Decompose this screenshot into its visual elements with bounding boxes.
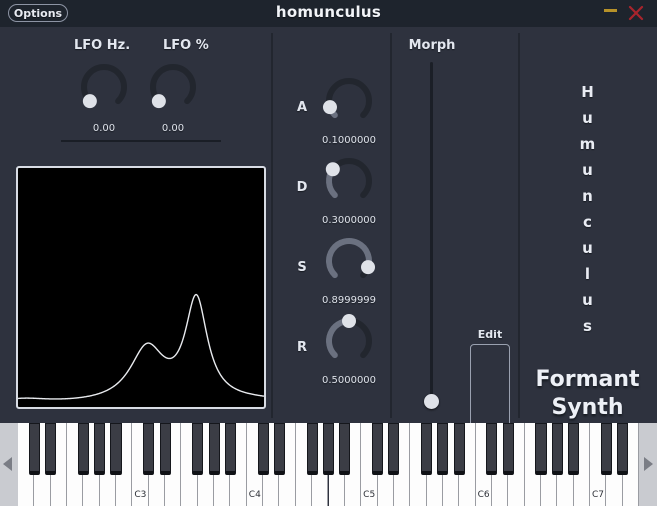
piano-black-key[interactable] — [110, 423, 122, 475]
close-icon[interactable] — [626, 2, 646, 22]
lfo-divider — [61, 140, 221, 142]
piano-black-key[interactable] — [208, 423, 220, 475]
brand-letter: u — [582, 161, 593, 179]
lfo-percent-value: 0.00 — [161, 123, 185, 134]
piano-black-key[interactable] — [551, 423, 563, 475]
piano-black-key[interactable] — [388, 423, 400, 475]
decay-label: D — [296, 180, 308, 195]
brand-letter: l — [584, 265, 591, 283]
piano-black-key[interactable] — [568, 423, 580, 475]
brand-letter: u — [582, 291, 593, 309]
piano-black-key[interactable] — [453, 423, 465, 475]
keyboard-keys: C3 C4 C5 C6 C7 — [0, 423, 657, 506]
attack-value: 0.1000000 — [321, 135, 377, 146]
piano-black-key[interactable] — [420, 423, 433, 475]
piano-black-key[interactable] — [339, 423, 351, 475]
piano-black-key[interactable] — [600, 423, 612, 475]
release-knob[interactable] — [322, 314, 376, 368]
edit-label: Edit — [477, 328, 503, 341]
octave-label: C3 — [134, 490, 147, 500]
title-bar: Options homunculus — [0, 0, 657, 28]
piano-black-key[interactable] — [322, 423, 335, 475]
piano-black-key[interactable] — [77, 423, 89, 475]
arrow-right-icon — [644, 457, 653, 471]
piano-black-key[interactable] — [257, 423, 269, 475]
brand-letter: s — [583, 317, 592, 335]
piano-keyboard[interactable]: C3 C4 C5 C6 C7 — [0, 423, 657, 506]
piano-black-key[interactable] — [45, 423, 57, 475]
lfo-hz-label: LFO Hz. — [74, 38, 131, 53]
brand-letter: u — [582, 109, 593, 127]
octave-label: C5 — [363, 490, 376, 500]
decay-knob[interactable] — [322, 154, 376, 208]
lfo-percent-knob[interactable] — [146, 60, 200, 114]
piano-black-key[interactable] — [159, 423, 171, 475]
brand-letter: u — [582, 239, 593, 257]
octave-label: C4 — [248, 490, 261, 500]
octave-label: C7 — [591, 490, 604, 500]
piano-black-key[interactable] — [306, 423, 318, 475]
piano-black-key[interactable] — [94, 423, 106, 475]
piano-black-key[interactable] — [437, 423, 449, 475]
piano-black-key[interactable] — [192, 423, 204, 475]
morph-slider-handle[interactable] — [424, 394, 439, 409]
sustain-value: 0.8999999 — [321, 295, 377, 306]
piano-black-key[interactable] — [486, 423, 498, 475]
octave-label: C6 — [477, 490, 490, 500]
sustain-knob[interactable] — [322, 234, 376, 288]
lfo-hz-knob[interactable] — [77, 60, 131, 114]
brand-line-2: Synth — [551, 395, 624, 420]
section-divider — [271, 33, 273, 418]
brand-letter: m — [579, 135, 596, 153]
piano-black-key[interactable] — [617, 423, 629, 475]
arrow-left-icon — [3, 457, 12, 471]
piano-black-key[interactable] — [535, 423, 547, 475]
spectrum-display[interactable] — [16, 166, 266, 409]
piano-black-key[interactable] — [502, 423, 514, 475]
lfo-hz-value: 0.00 — [92, 123, 116, 134]
brand-letter: H — [581, 83, 594, 101]
minimize-icon[interactable] — [604, 9, 617, 12]
plugin-window: Options homunculus LFO Hz. LFO % 0.00 0.… — [0, 0, 657, 506]
attack-label: A — [296, 100, 308, 115]
keyboard-scroll-right[interactable] — [639, 423, 657, 506]
brand-line-1: Formant — [535, 367, 640, 392]
brand-vertical-name: Humunculus — [518, 79, 657, 339]
morph-slider-track[interactable] — [430, 62, 433, 409]
lfo-percent-label: LFO % — [163, 38, 209, 53]
piano-black-key[interactable] — [273, 423, 286, 475]
piano-black-key[interactable] — [143, 423, 155, 475]
sustain-label: S — [297, 260, 307, 275]
piano-black-key[interactable] — [28, 423, 40, 475]
piano-black-key[interactable] — [224, 423, 236, 475]
decay-value: 0.3000000 — [321, 215, 377, 226]
release-value: 0.5000000 — [321, 375, 377, 386]
piano-black-key[interactable] — [371, 423, 384, 475]
brand-letter: n — [582, 187, 593, 205]
keyboard-scroll-left[interactable] — [0, 423, 18, 506]
main-panel: LFO Hz. LFO % 0.00 0.00 A D S R 0.100000… — [0, 27, 657, 436]
attack-knob[interactable] — [322, 74, 376, 128]
morph-label: Morph — [408, 38, 456, 53]
page-title: homunculus — [275, 3, 382, 21]
edit-box[interactable] — [470, 344, 510, 432]
release-label: R — [296, 340, 307, 355]
brand-letter: c — [583, 213, 592, 231]
